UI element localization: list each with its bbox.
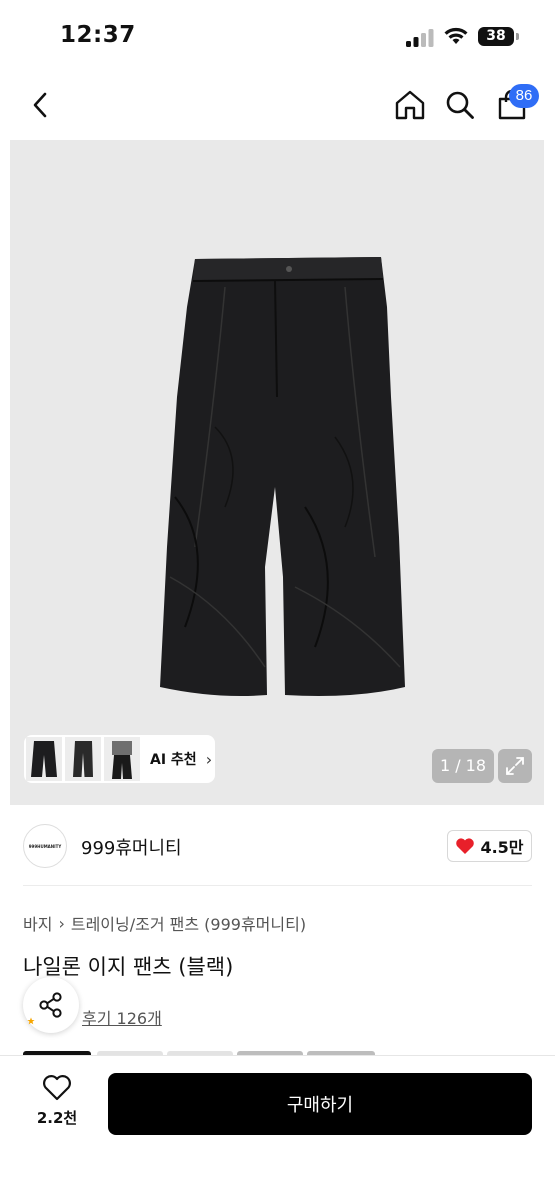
product-image-gallery[interactable] [10,140,544,805]
status-time: 12:37 [60,22,136,48]
wishlist-count: 2.2천 [36,1109,78,1127]
brand-like-count: 4.5만 [480,838,524,857]
battery-cap [516,33,519,40]
wishlist-button[interactable]: 2.2천 [30,1074,84,1134]
brand-name-link[interactable]: 999휴머니티 [81,834,182,860]
review-count-link[interactable]: 후기 126개 [82,1005,162,1029]
ai-recommend-card[interactable]: AI 추천 › [24,735,215,783]
status-bar: 12:37 38 [0,0,555,70]
breadcrumb-subcategory[interactable]: 트레이닝/조거 팬츠 (999휴머니티) [71,911,306,935]
bottom-action-bar: 2.2천 구매하기 [0,1055,555,1200]
heart-filled-icon [456,838,475,854]
divider [23,885,532,886]
battery-percent: 38 [486,28,506,44]
cellular-signal-icon [406,29,434,47]
search-icon [446,91,474,119]
ai-thumb-model [104,737,140,781]
share-icon [39,992,62,1018]
expand-icon [506,757,524,775]
ai-thumb-wide-pants [26,737,62,781]
buy-button[interactable]: 구매하기 [108,1073,532,1135]
brand-logo[interactable]: 999HUMANITY [23,824,67,868]
battery-icon: 38 [478,27,514,46]
breadcrumb: 바지 › 트레이닝/조거 팬츠 (999휴머니티) [23,911,306,935]
chevron-right-icon: › [205,749,213,769]
brand-logo-text: 999HUMANITY [28,843,62,849]
breadcrumb-category[interactable]: 바지 [23,911,52,935]
search-button[interactable] [438,70,482,140]
ai-recommend-label: AI 추천 [150,752,197,768]
breadcrumb-chevron-icon: › [58,913,65,933]
home-button[interactable] [388,70,432,140]
image-counter: 1 / 18 [432,749,494,783]
cart-count-badge: 86 [509,84,539,108]
brand-row: 999HUMANITY 999휴머니티 4.5만 [0,810,555,882]
home-icon [395,90,425,120]
nav-bar [0,70,555,140]
expand-image-button[interactable] [498,749,532,783]
ai-thumb-straight-pants [65,737,101,781]
wifi-icon [444,27,468,44]
back-button[interactable] [18,70,62,140]
brand-like-button[interactable]: 4.5만 [447,830,532,862]
rating-star-icon [27,1017,35,1025]
chevron-left-icon [33,92,47,118]
heart-outline-icon [43,1075,71,1101]
product-image-pants [160,257,405,696]
